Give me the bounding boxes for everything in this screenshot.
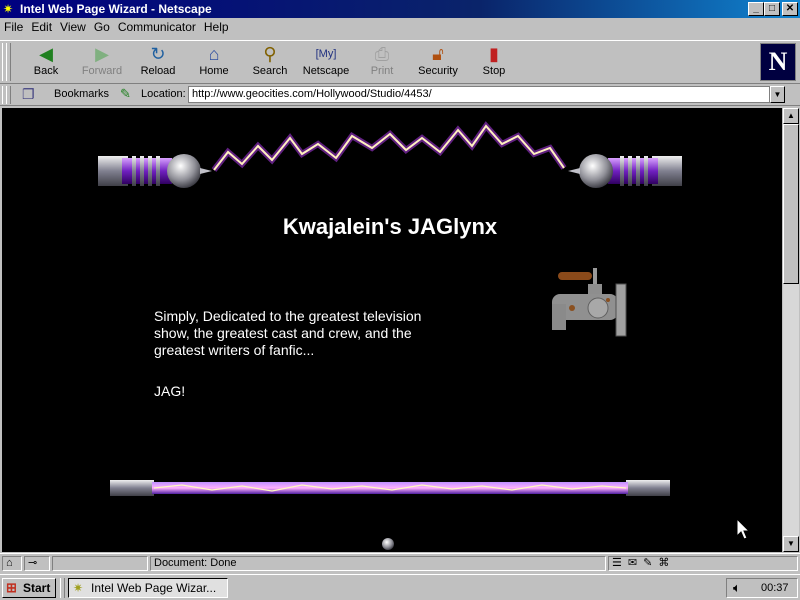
plug-icon: ⊸ (28, 557, 38, 569)
taskbar: ⊞ Start ✷ Intel Web Page Wizar... 🔈︎ 00:… (0, 574, 800, 600)
vertical-scrollbar[interactable]: ▲ ▼ (783, 108, 799, 552)
menu-help[interactable]: Help (200, 18, 233, 36)
stop-icon: ▮ (489, 44, 499, 64)
scroll-up-button[interactable]: ▲ (783, 108, 799, 124)
intro-text: Simply, Dedicated to the greatest televi… (154, 308, 422, 358)
lock-icon: ⌂ (6, 557, 13, 569)
netscape-app-icon: ✷ (73, 581, 84, 595)
menu-view[interactable]: View (56, 18, 90, 36)
system-tray: 🔈︎ 00:37 (726, 578, 798, 598)
title-bar: ✷ Intel Web Page Wizard - Netscape _ □ ✕ (0, 0, 800, 18)
chevron-down-icon: ▼ (787, 539, 795, 548)
search-icon: ⚲ (263, 44, 277, 64)
status-text: Document: Done (150, 556, 606, 571)
bookmarks-icon: ❐ (22, 86, 35, 102)
windows-logo-icon: ⊞ (6, 580, 17, 595)
start-button[interactable]: ⊞ Start (2, 578, 56, 598)
scroll-down-button[interactable]: ▼ (783, 536, 799, 552)
component-bar[interactable]: ☰✉✎⌘ (608, 556, 798, 571)
back-arrow-icon: ◀ (39, 44, 53, 64)
taskbar-item-netscape[interactable]: ✷ Intel Web Page Wizar... (68, 578, 228, 598)
menu-communicator[interactable]: Communicator (114, 18, 200, 36)
menu-file[interactable]: File (0, 18, 27, 36)
security-button[interactable]: 🔓︎ Security (410, 43, 466, 83)
home-button[interactable]: ⌂ Home (186, 43, 242, 83)
volume-icon[interactable]: 🔈︎ (733, 579, 741, 597)
url-dropdown-button[interactable]: ▼ (770, 86, 785, 103)
lock-icon: 🔓︎ (432, 44, 444, 64)
home-icon: ⌂ (208, 44, 220, 64)
toolbar-grip[interactable] (6, 86, 11, 104)
menu-bar: File Edit View Go Communicator Help (0, 18, 800, 38)
page-title: Kwajalein's JAGlynx (282, 214, 498, 239)
minimize-button[interactable]: _ (748, 2, 764, 16)
menu-edit[interactable]: Edit (27, 18, 56, 36)
forward-arrow-icon: ▶ (95, 44, 109, 64)
energy-bar-divider (110, 480, 670, 496)
jag-text: JAG! (154, 383, 186, 399)
security-status-icon[interactable]: ⌂ (2, 556, 22, 571)
tesla-coil-right (568, 154, 682, 188)
forward-button[interactable]: ▶ Forward (74, 43, 130, 83)
netscape-my-icon: [My] (315, 48, 337, 60)
search-button[interactable]: ⚲ Search (242, 43, 298, 83)
print-button[interactable]: ⎙ Print (354, 43, 410, 83)
progress-bar (52, 556, 148, 571)
lightning-arc (211, 121, 567, 172)
netscape-button[interactable]: [My] Netscape (298, 43, 354, 83)
location-toolbar: ❐ Bookmarks ✎ Location: http://www.geoci… (0, 84, 800, 106)
chevron-down-icon: ▼ (773, 90, 782, 99)
window-title: Intel Web Page Wizard - Netscape (20, 2, 212, 16)
url-input[interactable]: http://www.geocities.com/Hollywood/Studi… (188, 86, 770, 103)
back-button[interactable]: ◀ Back (18, 43, 74, 83)
scroll-thumb[interactable] (783, 124, 799, 284)
composer-icon[interactable]: ⌘ (658, 557, 675, 569)
reload-button[interactable]: ↻ Reload (130, 43, 186, 83)
location-label: Location: (141, 88, 186, 100)
mouse-cursor-icon (736, 518, 750, 540)
taskbar-grip (60, 578, 65, 598)
discussion-icon[interactable]: ✎ (643, 557, 658, 569)
maximize-button[interactable]: □ (764, 2, 780, 16)
page-content: Kwajalein's JAGlynx Simply, Dedicated to… (2, 108, 782, 552)
toolbar-grip[interactable] (6, 43, 11, 81)
bookmarks-button[interactable]: Bookmarks (54, 88, 109, 100)
stop-button[interactable]: ▮ Stop (466, 43, 522, 83)
faucet-image (552, 268, 627, 337)
reload-icon: ↻ (150, 44, 166, 64)
chevron-up-icon: ▲ (787, 111, 795, 120)
menu-go[interactable]: Go (90, 18, 114, 36)
mail-icon[interactable]: ✉ (628, 557, 643, 569)
navigation-toolbar: ◀ Back ▶ Forward ↻ Reload ⌂ Home ⚲ Searc… (0, 40, 800, 84)
navigator-icon[interactable]: ☰ (612, 557, 628, 569)
netscape-app-icon: ✷ (3, 2, 14, 16)
status-bar: ⌂ ⊸ Document: Done ☰✉✎⌘ (0, 553, 800, 573)
netscape-logo[interactable]: N (760, 43, 796, 81)
page-proxy-icon[interactable]: ✎ (120, 86, 131, 102)
close-button[interactable]: ✕ (782, 2, 798, 16)
connection-status-icon: ⊸ (24, 556, 50, 571)
tesla-coil-left (98, 154, 212, 188)
print-icon: ⎙ (374, 44, 390, 64)
scroll-ball-image (382, 538, 394, 550)
clock[interactable]: 00:37 (761, 579, 789, 597)
